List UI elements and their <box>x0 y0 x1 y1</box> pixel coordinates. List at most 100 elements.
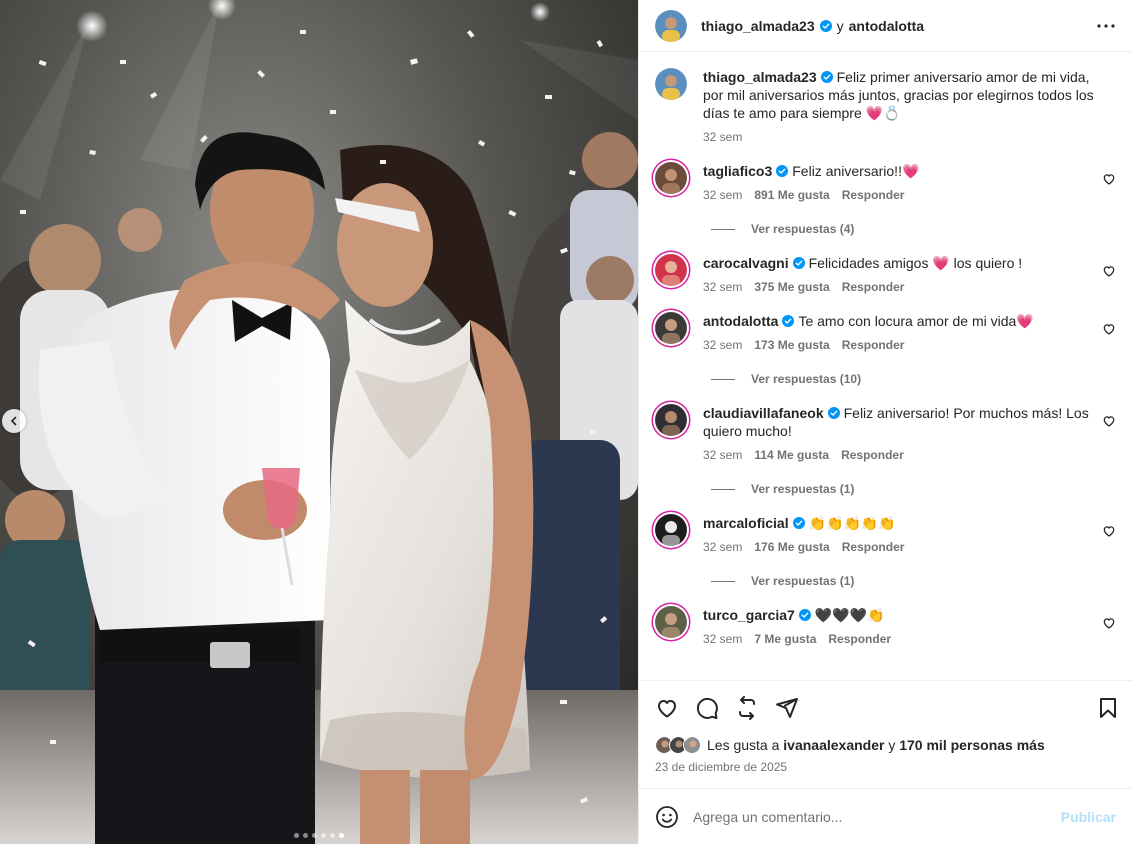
comment-like-heart-icon[interactable] <box>1102 264 1116 278</box>
comment-text: 👏👏👏👏👏 <box>808 515 896 531</box>
commenter-username[interactable]: marcaloficial <box>703 515 789 531</box>
commenter-avatar[interactable] <box>655 606 687 638</box>
comment-like-heart-icon[interactable] <box>1102 524 1116 538</box>
comment-like-heart-icon[interactable] <box>1102 322 1116 336</box>
caption-username[interactable]: thiago_almada23 <box>703 69 817 85</box>
commenter-avatar[interactable] <box>655 312 687 344</box>
post-actions <box>639 680 1132 734</box>
comment-item: marcaloficial 👏👏👏👏👏 32 sem 176 Me gusta R… <box>655 514 1116 588</box>
commenter-username[interactable]: carocalvagni <box>703 255 789 271</box>
commenter-avatar[interactable] <box>655 514 687 546</box>
comment-likes[interactable]: 114 Me gusta <box>754 448 829 462</box>
verified-icon <box>827 407 840 419</box>
view-replies-label: Ver respuestas (10) <box>751 372 862 386</box>
caption-author-avatar[interactable] <box>655 68 687 100</box>
reply-button[interactable]: Responder <box>842 540 905 554</box>
comment-input[interactable] <box>693 808 1061 825</box>
comment-time[interactable]: 32 sem <box>703 540 742 554</box>
reply-button[interactable]: Responder <box>828 632 891 646</box>
comment-entries: tagliafico3 Feliz aniversario!!💗 32 sem 8… <box>655 162 1116 646</box>
likers-avatars[interactable] <box>655 736 701 754</box>
publish-button[interactable]: Publicar <box>1061 809 1116 825</box>
verified-icon <box>792 257 805 269</box>
coauthor-username[interactable]: antodalotta <box>849 18 924 34</box>
commenter-username[interactable]: tagliafico3 <box>703 163 772 179</box>
commenter-avatar[interactable] <box>655 404 687 436</box>
likes-summary: Les gusta a ivanaalexander y 170 mil per… <box>639 734 1132 756</box>
carousel-dot <box>321 833 326 838</box>
add-comment-bar: Publicar <box>639 788 1132 844</box>
comment-item: claudiavillafaneok Feliz aniversario! Por… <box>655 404 1116 496</box>
share-button[interactable] <box>773 694 801 722</box>
comment-likes[interactable]: 176 Me gusta <box>754 540 829 554</box>
comment-item: carocalvagni Felicidades amigos 💗 los qui… <box>655 254 1116 294</box>
post-authors: thiago_almada23 y antodalotta <box>701 18 1094 34</box>
bookmark-icon <box>1100 697 1116 718</box>
carousel-dot <box>294 833 299 838</box>
repost-icon <box>739 695 755 720</box>
view-replies-label: Ver respuestas (4) <box>751 222 855 236</box>
save-button[interactable] <box>1094 694 1122 722</box>
comment-item: tagliafico3 Feliz aniversario!!💗 32 sem 8… <box>655 162 1116 236</box>
comment-likes[interactable]: 375 Me gusta <box>754 280 829 294</box>
likes-connector: y <box>888 737 896 753</box>
comment-time[interactable]: 32 sem <box>703 280 742 294</box>
comment-like-heart-icon[interactable] <box>1102 172 1116 186</box>
comment-row: antodalotta Te amo con locura amor de mi … <box>655 312 1116 352</box>
view-replies-button[interactable]: Ver respuestas (10) <box>703 372 1116 386</box>
view-replies-button[interactable]: Ver respuestas (4) <box>703 222 1116 236</box>
author-username[interactable]: thiago_almada23 <box>701 18 815 34</box>
comment-text: Te amo con locura amor de mi vida💗 <box>798 313 1034 329</box>
send-icon <box>776 697 798 718</box>
post-header: thiago_almada23 y antodalotta <box>639 0 1132 52</box>
comment-item: antodalotta Te amo con locura amor de mi … <box>655 312 1116 386</box>
verified-icon <box>792 517 805 529</box>
commenter-username[interactable]: antodalotta <box>703 313 778 329</box>
comment-likes[interactable]: 7 Me gusta <box>754 632 816 646</box>
carousel-dot <box>303 833 308 838</box>
comment-like-heart-icon[interactable] <box>1102 616 1116 630</box>
comment-like-heart-icon[interactable] <box>1102 414 1116 428</box>
comment-time[interactable]: 32 sem <box>703 632 742 646</box>
comment-likes[interactable]: 173 Me gusta <box>754 338 829 352</box>
verified-icon <box>820 71 833 83</box>
replies-line <box>711 580 735 582</box>
reply-button[interactable]: Responder <box>842 280 905 294</box>
commenter-avatar[interactable] <box>655 254 687 286</box>
commenter-username[interactable]: claudiavillafaneok <box>703 405 824 421</box>
comment-row: turco_garcia7 🖤🖤🖤👏 32 sem 7 Me gusta Resp… <box>655 606 1116 646</box>
comment-time[interactable]: 32 sem <box>703 448 742 462</box>
reply-button[interactable]: Responder <box>841 448 904 462</box>
post-media[interactable] <box>0 0 638 844</box>
view-replies-button[interactable]: Ver respuestas (1) <box>703 574 1116 588</box>
reply-button[interactable]: Responder <box>842 188 905 202</box>
replies-line <box>711 378 735 380</box>
like-button[interactable] <box>653 694 681 722</box>
caption-time[interactable]: 32 sem <box>703 130 742 144</box>
comment-time[interactable]: 32 sem <box>703 188 742 202</box>
commenter-username[interactable]: turco_garcia7 <box>703 607 795 623</box>
author-avatar[interactable] <box>655 9 687 42</box>
more-options-button[interactable] <box>1094 14 1118 38</box>
comment-item: turco_garcia7 🖤🖤🖤👏 32 sem 7 Me gusta Resp… <box>655 606 1116 646</box>
liker-username[interactable]: ivanaalexander <box>783 737 884 753</box>
likes-others[interactable]: 170 mil personas más <box>899 737 1045 753</box>
commenter-avatar[interactable] <box>655 162 687 194</box>
comments-list[interactable]: thiago_almada23 Feliz primer aniversario … <box>639 52 1132 680</box>
repost-button[interactable] <box>733 694 761 722</box>
post-date[interactable]: 23 de diciembre de 2025 <box>639 756 1132 782</box>
carousel-prev-button[interactable] <box>2 409 26 433</box>
view-replies-button[interactable]: Ver respuestas (1) <box>703 482 1116 496</box>
comment-likes[interactable]: 891 Me gusta <box>754 188 829 202</box>
post-side-panel: thiago_almada23 y antodalotta thiago_alm… <box>638 0 1132 844</box>
comment-row: tagliafico3 Feliz aniversario!!💗 32 sem 8… <box>655 162 1116 202</box>
comment-button[interactable] <box>693 694 721 722</box>
emoji-button[interactable] <box>655 805 679 829</box>
comment-time[interactable]: 32 sem <box>703 338 742 352</box>
reply-button[interactable]: Responder <box>842 338 905 352</box>
comment-row: carocalvagni Felicidades amigos 💗 los qui… <box>655 254 1116 294</box>
carousel-dot <box>312 833 317 838</box>
likes-prefix: Les gusta a <box>707 737 780 753</box>
comment-row: marcaloficial 👏👏👏👏👏 32 sem 176 Me gusta R… <box>655 514 1116 554</box>
carousel-dot <box>339 833 344 838</box>
